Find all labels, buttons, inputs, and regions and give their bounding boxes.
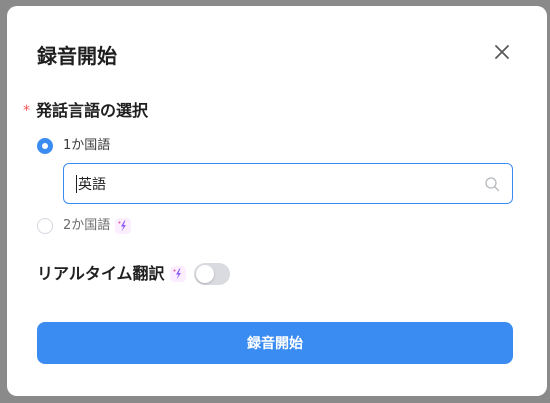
realtime-translation-label: リアルタイム翻訳 [37, 264, 165, 283]
close-icon[interactable] [490, 40, 514, 64]
start-recording-button[interactable]: 録音開始 [37, 322, 513, 364]
sparkle-icon [169, 266, 186, 282]
radio-button-checked[interactable] [37, 138, 53, 154]
sparkle-icon [115, 218, 132, 234]
radio-option-one-language[interactable]: 1か国語 [37, 137, 110, 155]
language-search-input[interactable] [77, 175, 458, 192]
search-icon[interactable] [484, 176, 500, 192]
toggle-knob [195, 265, 214, 283]
language-section-title: 発話言語の選択 [36, 101, 149, 120]
start-recording-dialog: 録音開始 * 発話言語の選択 1か国語 2か国語 [7, 6, 547, 396]
radio-option-two-languages[interactable]: 2か国語 [37, 217, 132, 235]
radio-option-label: 1か国語 [63, 138, 111, 153]
realtime-translation-toggle[interactable] [193, 263, 230, 285]
required-mark: * [23, 103, 30, 119]
language-search-field[interactable] [63, 163, 513, 204]
language-section-label: * 発話言語の選択 [23, 100, 148, 123]
radio-button-unchecked[interactable] [37, 218, 53, 234]
realtime-translation-row: リアルタイム翻訳 [37, 263, 230, 285]
radio-option-label: 2か国語 [63, 218, 111, 233]
dialog-title: 録音開始 [37, 44, 117, 68]
